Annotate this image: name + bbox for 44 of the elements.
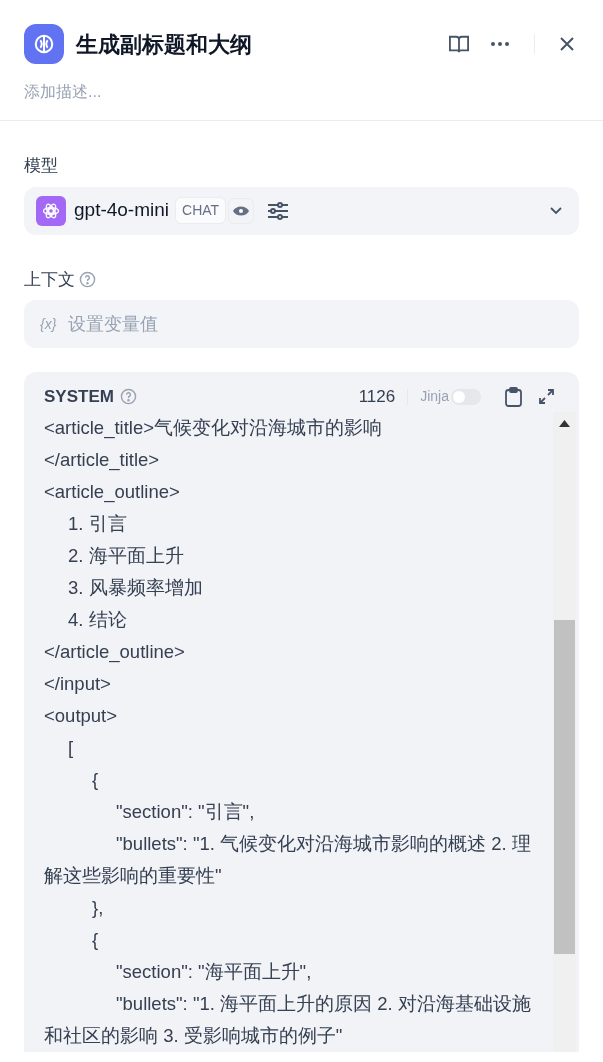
vision-icon [228,197,255,224]
chevron-down-icon[interactable] [549,206,563,215]
scroll-up-icon[interactable] [559,419,570,427]
app-icon [24,24,64,64]
code-line: 1. 引言 [67,511,128,536]
mode-tag: CHAT [175,197,227,224]
clipboard-icon[interactable] [505,386,522,407]
character-count: 1126 [358,386,396,408]
field-label: 上下文 [24,268,75,291]
variable-value-input[interactable]: 设置变量值 [68,310,563,338]
help-icon[interactable] [79,270,96,288]
code-line: "bullets": "1. 气候变化对沿海城市影响的概述 2. 理解这些影响的重要性" [44,831,532,888]
code-line: 4. 结论 [67,607,128,632]
code-line: <output> [44,703,119,728]
expand-icon[interactable] [538,388,555,406]
description-field[interactable]: 添加描述... [24,80,579,104]
scrollbar[interactable] [553,411,576,1052]
book-icon[interactable] [448,34,470,54]
model-selector[interactable]: gpt-4o-mini CHAT [24,186,579,235]
jinja-label: Jinja [420,387,449,407]
code-line: 3. 风暴频率增加 [67,575,204,600]
code-line: [ [67,735,75,760]
code-line: "bullets": "1. 海平面上升的原因 2. 对沿海基础设施和社区的影响 3. 受影响城市的例子" [44,991,532,1048]
variable-icon: {x} [40,313,57,335]
panel-title: 生成副标题和大纲 [76,30,252,59]
code-line: <article_outline> [44,479,181,505]
code-line: { [91,927,100,952]
code-line: <article_title>气候变化对沿海城市的影响 [44,415,384,441]
role-label: SYSTEM [44,386,114,408]
close-icon[interactable] [559,36,575,52]
code-line: </article_outline> [44,639,186,665]
code-line: }, [91,895,105,920]
model-icon [36,195,66,226]
code-line: "section": "引言", [115,799,256,824]
code-line: </input> [44,671,112,696]
jinja-toggle[interactable] [451,388,481,405]
model-name: gpt-4o-mini [74,198,170,223]
code-line: { [91,767,100,792]
field-label: 模型 [24,155,58,177]
code-line: "section": "海平面上升", [115,959,313,984]
code-line: 2. 海平面上升 [67,543,185,568]
more-icon[interactable] [490,41,510,47]
code-line: </article_title> [44,447,161,473]
sliders-icon[interactable] [266,199,289,222]
